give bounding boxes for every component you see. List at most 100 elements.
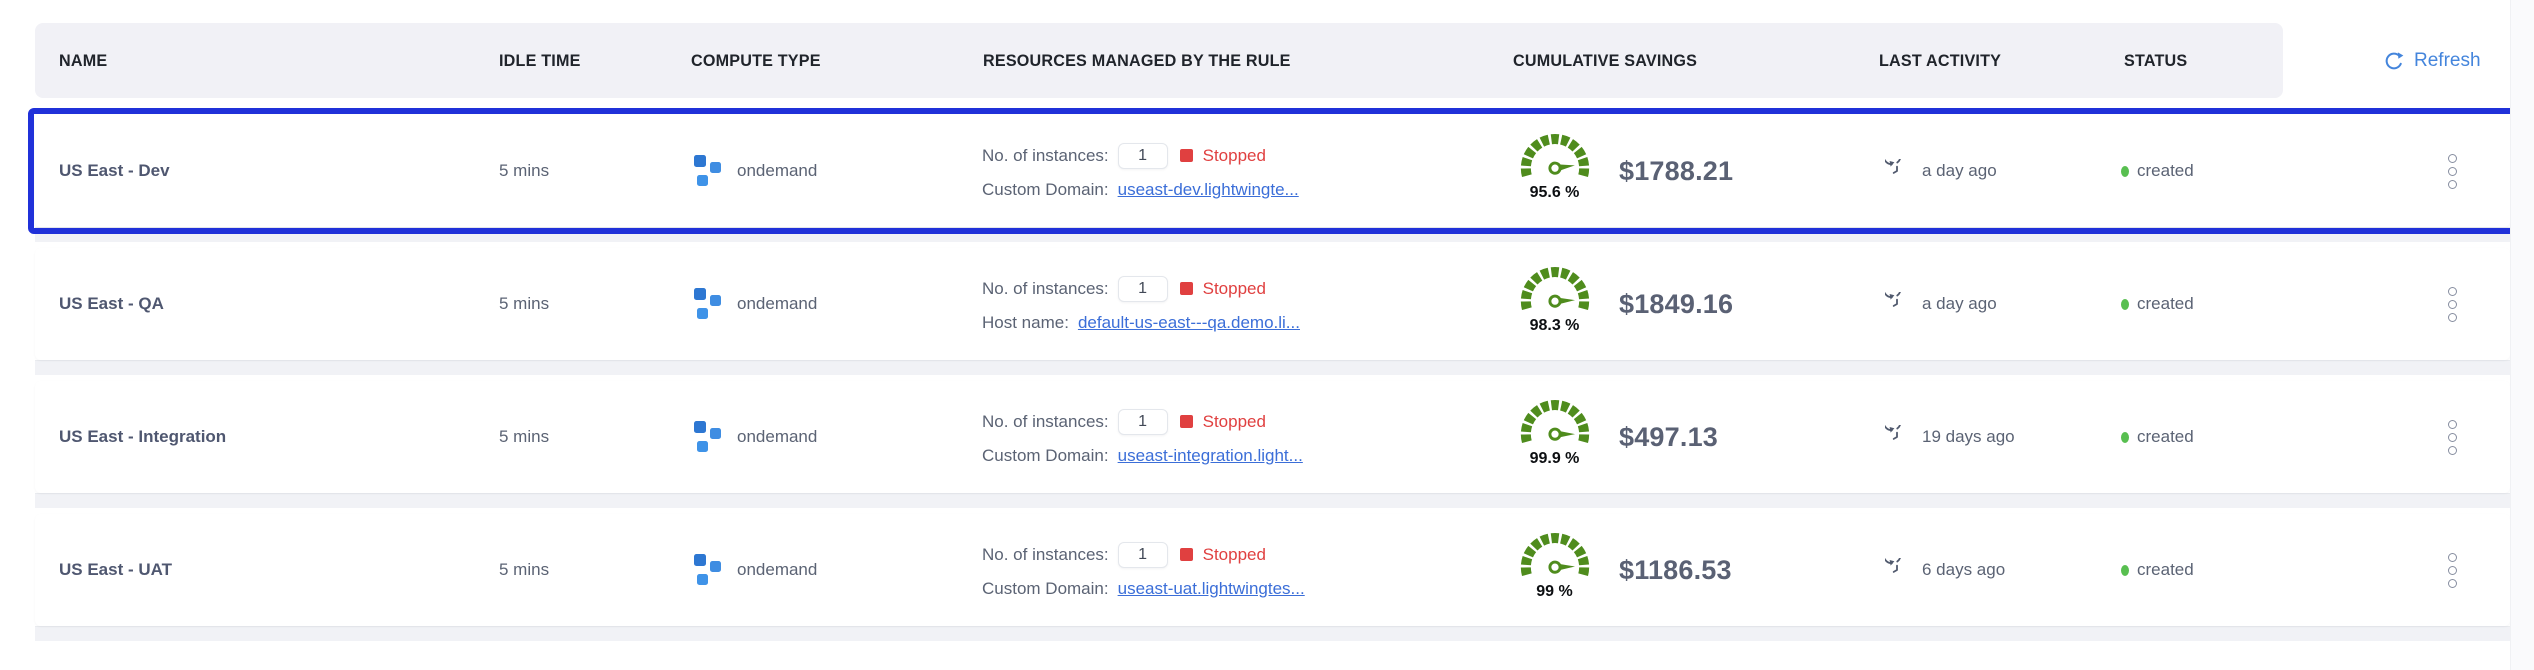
row-separator — [35, 626, 2510, 647]
savings-percent: 99 % — [1507, 583, 1602, 601]
refresh-label: Refresh — [2414, 50, 2481, 72]
status-cell: created — [2121, 115, 2194, 227]
idle-time-value: 5 mins — [499, 115, 549, 227]
resources-managed-cell: No. of instances: 1 Stopped Custom Domai… — [982, 115, 1299, 227]
savings-percent: 98.3 % — [1507, 317, 1602, 335]
status-text: created — [2137, 115, 2194, 227]
stopped-state-icon — [1180, 149, 1193, 162]
resource-link[interactable]: useast-dev.lightwingte... — [1118, 180, 1299, 200]
instances-line: No. of instances: 1 Stopped — [982, 542, 1305, 568]
table-header: NAME IDLE TIME COMPUTE TYPE RESOURCES MA… — [35, 23, 2510, 98]
compute-type-cell: ondemand — [691, 248, 817, 360]
table-row[interactable]: US East - Dev 5 mins ondemand No. of ins… — [35, 115, 2510, 227]
last-activity-cell: a day ago — [1885, 115, 1997, 227]
savings-gauge-icon — [1514, 525, 1596, 582]
table-rows: US East - Dev 5 mins ondemand No. of ins… — [35, 115, 2510, 647]
last-activity-text: 6 days ago — [1922, 514, 2005, 626]
instance-state: Stopped — [1203, 545, 1266, 565]
instance-state: Stopped — [1203, 412, 1266, 432]
compute-type-icon — [691, 288, 723, 321]
page-right-margin — [2510, 0, 2534, 670]
instances-label: No. of instances: — [982, 412, 1109, 432]
instances-line: No. of instances: 1 Stopped — [982, 143, 1299, 169]
status-text: created — [2137, 514, 2194, 626]
table-row[interactable]: US East - UAT 5 mins ondemand No. of ins… — [35, 514, 2510, 626]
gauge-needle — [1549, 295, 1575, 307]
instance-count-box: 1 — [1118, 409, 1168, 435]
status-dot-icon — [2121, 299, 2129, 310]
gauge-needle — [1549, 429, 1574, 439]
table-row[interactable]: US East - Integration 5 mins ondemand No… — [35, 381, 2510, 493]
row-separator — [35, 360, 2510, 381]
gauge-needle — [1549, 160, 1575, 174]
savings-gauge-icon — [1514, 126, 1596, 183]
column-header-status: STATUS — [2124, 23, 2187, 98]
instances-label: No. of instances: — [982, 545, 1109, 565]
savings-percent: 99.9 % — [1507, 450, 1602, 468]
savings-percent: 95.6 % — [1507, 184, 1602, 202]
instances-line: No. of instances: 1 Stopped — [982, 409, 1303, 435]
idle-time-value: 5 mins — [499, 248, 549, 360]
gauge-needle — [1549, 561, 1574, 572]
compute-type-label: ondemand — [737, 514, 817, 626]
instance-count-box: 1 — [1118, 542, 1168, 568]
compute-type-label: ondemand — [737, 381, 817, 493]
row-menu-button[interactable] — [2437, 115, 2467, 227]
compute-type-icon — [691, 421, 723, 454]
resources-managed-cell: No. of instances: 1 Stopped Custom Domai… — [982, 514, 1305, 626]
last-activity-cell: 6 days ago — [1885, 514, 2005, 626]
resource-line: Custom Domain: useast-dev.lightwingte... — [982, 180, 1299, 200]
last-activity-text: a day ago — [1922, 115, 1997, 227]
instances-label: No. of instances: — [982, 146, 1109, 166]
column-header-compute-type: COMPUTE TYPE — [691, 23, 821, 98]
resource-link[interactable]: default-us-east---qa.demo.li... — [1078, 313, 1300, 333]
savings-amount: $1788.21 — [1619, 115, 1733, 227]
rule-name: US East - Integration — [59, 381, 226, 493]
stopped-state-icon — [1180, 282, 1193, 295]
column-header-resources: RESOURCES MANAGED BY THE RULE — [983, 23, 1291, 98]
status-cell: created — [2121, 514, 2194, 626]
row-menu-button[interactable] — [2437, 248, 2467, 360]
resource-label: Custom Domain: — [982, 180, 1109, 200]
instance-count-box: 1 — [1118, 143, 1168, 169]
last-activity-text: a day ago — [1922, 248, 1997, 360]
savings-gauge: 99 % — [1507, 514, 1602, 626]
rule-name: US East - UAT — [59, 514, 172, 626]
instance-state: Stopped — [1203, 146, 1266, 166]
savings-gauge: 99.9 % — [1507, 381, 1602, 493]
compute-type-cell: ondemand — [691, 115, 817, 227]
table-row[interactable]: US East - QA 5 mins ondemand No. of inst… — [35, 248, 2510, 360]
status-dot-icon — [2121, 166, 2129, 177]
savings-amount: $1849.16 — [1619, 248, 1733, 360]
row-separator — [35, 493, 2510, 514]
row-menu-button[interactable] — [2437, 381, 2467, 493]
savings-amount: $497.13 — [1619, 381, 1718, 493]
idle-time-value: 5 mins — [499, 514, 549, 626]
savings-gauge: 95.6 % — [1507, 115, 1602, 227]
resource-label: Custom Domain: — [982, 579, 1109, 599]
savings-gauge-icon — [1514, 392, 1596, 449]
resource-link[interactable]: useast-integration.light... — [1118, 446, 1303, 466]
column-header-name: NAME — [59, 23, 107, 98]
savings-gauge: 98.3 % — [1507, 248, 1602, 360]
rule-name: US East - QA — [59, 248, 164, 360]
column-header-last-activity: LAST ACTIVITY — [1879, 23, 2001, 98]
status-cell: created — [2121, 381, 2194, 493]
resource-line: Host name: default-us-east---qa.demo.li.… — [982, 313, 1300, 333]
last-activity-cell: 19 days ago — [1885, 381, 2015, 493]
refresh-button[interactable]: Refresh — [2383, 23, 2481, 98]
stopped-state-icon — [1180, 548, 1193, 561]
status-text: created — [2137, 248, 2194, 360]
resource-link[interactable]: useast-uat.lightwingtes... — [1118, 579, 1305, 599]
row-menu-button[interactable] — [2437, 514, 2467, 626]
resource-line: Custom Domain: useast-integration.light.… — [982, 446, 1303, 466]
last-activity-text: 19 days ago — [1922, 381, 2015, 493]
status-cell: created — [2121, 248, 2194, 360]
resource-label: Custom Domain: — [982, 446, 1109, 466]
compute-type-cell: ondemand — [691, 381, 817, 493]
history-icon — [1885, 425, 1909, 449]
row-separator — [35, 227, 2510, 248]
history-icon — [1885, 159, 1909, 183]
idle-time-value: 5 mins — [499, 381, 549, 493]
instances-label: No. of instances: — [982, 279, 1109, 299]
